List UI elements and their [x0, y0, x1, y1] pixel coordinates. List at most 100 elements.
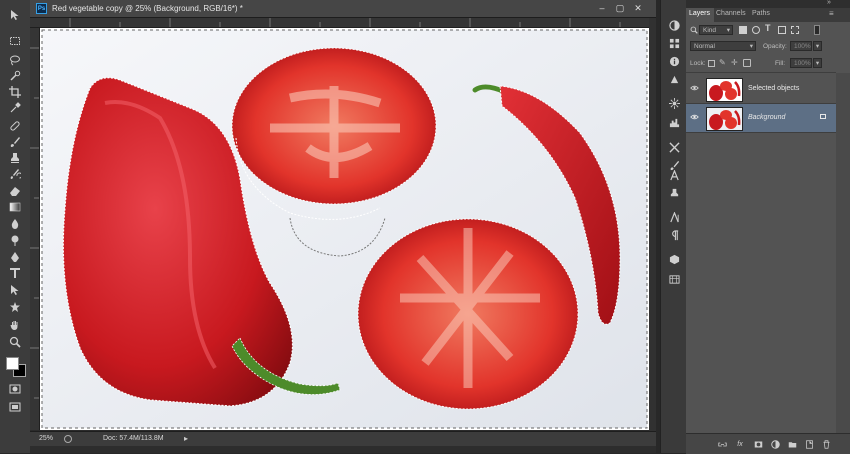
visibility-eye-icon[interactable] — [690, 114, 699, 122]
character-icon[interactable] — [667, 168, 681, 182]
blend-mode-select[interactable]: Normal ▾ — [690, 41, 756, 51]
eyedropper-icon[interactable] — [7, 101, 23, 115]
vertical-scrollbar[interactable] — [649, 18, 656, 431]
timeline-icon[interactable] — [667, 272, 681, 286]
layers-scrollbar[interactable] — [836, 73, 850, 433]
brush-icon[interactable] — [7, 135, 23, 149]
filter-toggle-icon[interactable] — [814, 25, 820, 35]
filter-pixel-icon[interactable] — [739, 26, 747, 34]
healing-icon[interactable] — [7, 119, 23, 133]
new-layer-icon[interactable] — [804, 439, 814, 449]
lasso-icon[interactable] — [7, 53, 23, 67]
layer-name[interactable]: Background — [748, 114, 785, 121]
shape-icon[interactable] — [7, 300, 23, 314]
fill-label: Fill: — [775, 60, 786, 67]
crop-icon[interactable] — [7, 85, 23, 99]
link-layers-icon[interactable] — [717, 439, 727, 449]
tab-paths[interactable]: Paths — [752, 10, 770, 17]
tools-panel — [0, 0, 31, 453]
panel-tabs: Layers Channels Paths ≡ — [686, 8, 850, 22]
layers-footer: fx — [686, 433, 850, 454]
filter-smart-object-icon[interactable] — [791, 26, 799, 34]
zoom-level[interactable]: 25% — [39, 435, 53, 442]
type-icon[interactable] — [7, 266, 23, 280]
histogram-icon[interactable] — [667, 115, 681, 129]
marquee-icon[interactable] — [7, 34, 23, 48]
filter-kind-label: Kind — [703, 27, 717, 34]
layer-thumbnail — [706, 107, 743, 131]
info-icon[interactable] — [64, 435, 72, 443]
clone-source-icon[interactable] — [667, 186, 681, 200]
properties-icon[interactable] — [667, 72, 681, 86]
screen-mode-icon[interactable] — [7, 400, 23, 414]
pen-icon[interactable] — [7, 250, 23, 264]
lock-icon — [820, 114, 826, 119]
info-panel-icon[interactable] — [667, 54, 681, 68]
hand-icon[interactable] — [7, 318, 23, 332]
opacity-dropdown-icon[interactable]: ▾ — [813, 41, 822, 51]
fill-field[interactable]: 100% — [790, 58, 812, 68]
gradient-icon[interactable] — [7, 200, 23, 214]
move-icon[interactable] — [7, 8, 23, 22]
layer-row-background[interactable]: Background — [686, 104, 836, 133]
delete-layer-icon[interactable] — [821, 439, 831, 449]
document-canvas[interactable] — [40, 28, 649, 430]
filter-type-icon[interactable]: T — [765, 23, 771, 33]
tomato-half-bottom — [357, 218, 579, 410]
horizontal-ruler — [30, 18, 649, 28]
tab-channels[interactable]: Channels — [716, 10, 746, 17]
lock-transparent-icon[interactable] — [708, 60, 715, 67]
filter-adjustment-icon[interactable] — [752, 26, 760, 34]
minimize-icon[interactable]: – — [596, 3, 608, 13]
lock-position-icon[interactable]: ✛ — [731, 58, 738, 67]
layer-style-icon[interactable]: fx — [735, 439, 745, 449]
lock-all-icon[interactable] — [743, 59, 751, 67]
collapse-panel-icon[interactable]: » — [827, 0, 831, 6]
paragraph-icon[interactable] — [667, 228, 681, 242]
lock-pixels-icon[interactable]: ✎ — [719, 58, 726, 67]
adjustments-icon[interactable] — [667, 96, 681, 110]
blur-icon[interactable] — [7, 217, 23, 231]
opacity-field[interactable]: 100% — [790, 41, 812, 51]
color-icon[interactable] — [667, 18, 681, 32]
layers-panel: » Layers Channels Paths ≡ Kind ▾ T Normal… — [686, 0, 850, 454]
maximize-icon[interactable]: ▢ — [614, 3, 626, 13]
status-bar: 25% Doc: 57.4M/113.8M ▸ — [30, 431, 656, 447]
zoom-icon[interactable] — [7, 335, 23, 349]
new-group-icon[interactable] — [787, 439, 797, 449]
foreground-background-icon[interactable] — [5, 356, 27, 377]
paragraph-type-icon[interactable] — [667, 210, 681, 224]
close-icon[interactable]: ✕ — [632, 3, 644, 13]
quick-mask-icon[interactable] — [7, 382, 23, 396]
new-adjustment-layer-icon[interactable] — [770, 439, 780, 449]
dodge-icon[interactable] — [7, 233, 23, 247]
canvas-area[interactable] — [30, 18, 656, 430]
opacity-label: Opacity: — [763, 43, 787, 50]
add-mask-icon[interactable] — [753, 439, 763, 449]
filter-shape-icon[interactable] — [778, 26, 786, 34]
panel-menu-icon[interactable]: ≡ — [829, 9, 834, 18]
path-select-icon[interactable] — [7, 283, 23, 297]
chevron-down-icon: ▾ — [726, 27, 730, 34]
layer-thumbnail — [706, 78, 743, 102]
visibility-eye-icon[interactable] — [690, 85, 699, 93]
history-brush-icon[interactable] — [7, 167, 23, 181]
tools-preset-icon[interactable] — [667, 140, 681, 154]
3d-icon[interactable] — [667, 252, 681, 266]
document-tab[interactable]: Ps Red vegetable copy @ 25% (Background,… — [30, 0, 656, 18]
eraser-icon[interactable] — [7, 184, 23, 198]
quick-select-icon[interactable] — [7, 69, 23, 83]
fill-dropdown-icon[interactable]: ▾ — [813, 58, 822, 68]
vertical-ruler — [30, 28, 40, 430]
clone-stamp-icon[interactable] — [7, 151, 23, 165]
status-menu-arrow-icon[interactable]: ▸ — [184, 434, 188, 443]
swatches-icon[interactable] — [667, 36, 681, 50]
document-size: Doc: 57.4M/113.8M — [103, 435, 164, 442]
layer-row-selected-objects[interactable]: Selected objects — [686, 75, 836, 104]
layer-name[interactable]: Selected objects — [748, 85, 799, 92]
horizontal-scrollbar[interactable] — [30, 446, 656, 453]
panel-icon-strip — [660, 0, 688, 453]
tab-layers[interactable]: Layers — [689, 10, 710, 17]
layers-panel-body: Kind ▾ T Normal ▾ Opacity: 100% ▾ Lock: ✎ … — [686, 22, 850, 433]
filter-kind-select[interactable]: Kind ▾ — [699, 25, 733, 35]
